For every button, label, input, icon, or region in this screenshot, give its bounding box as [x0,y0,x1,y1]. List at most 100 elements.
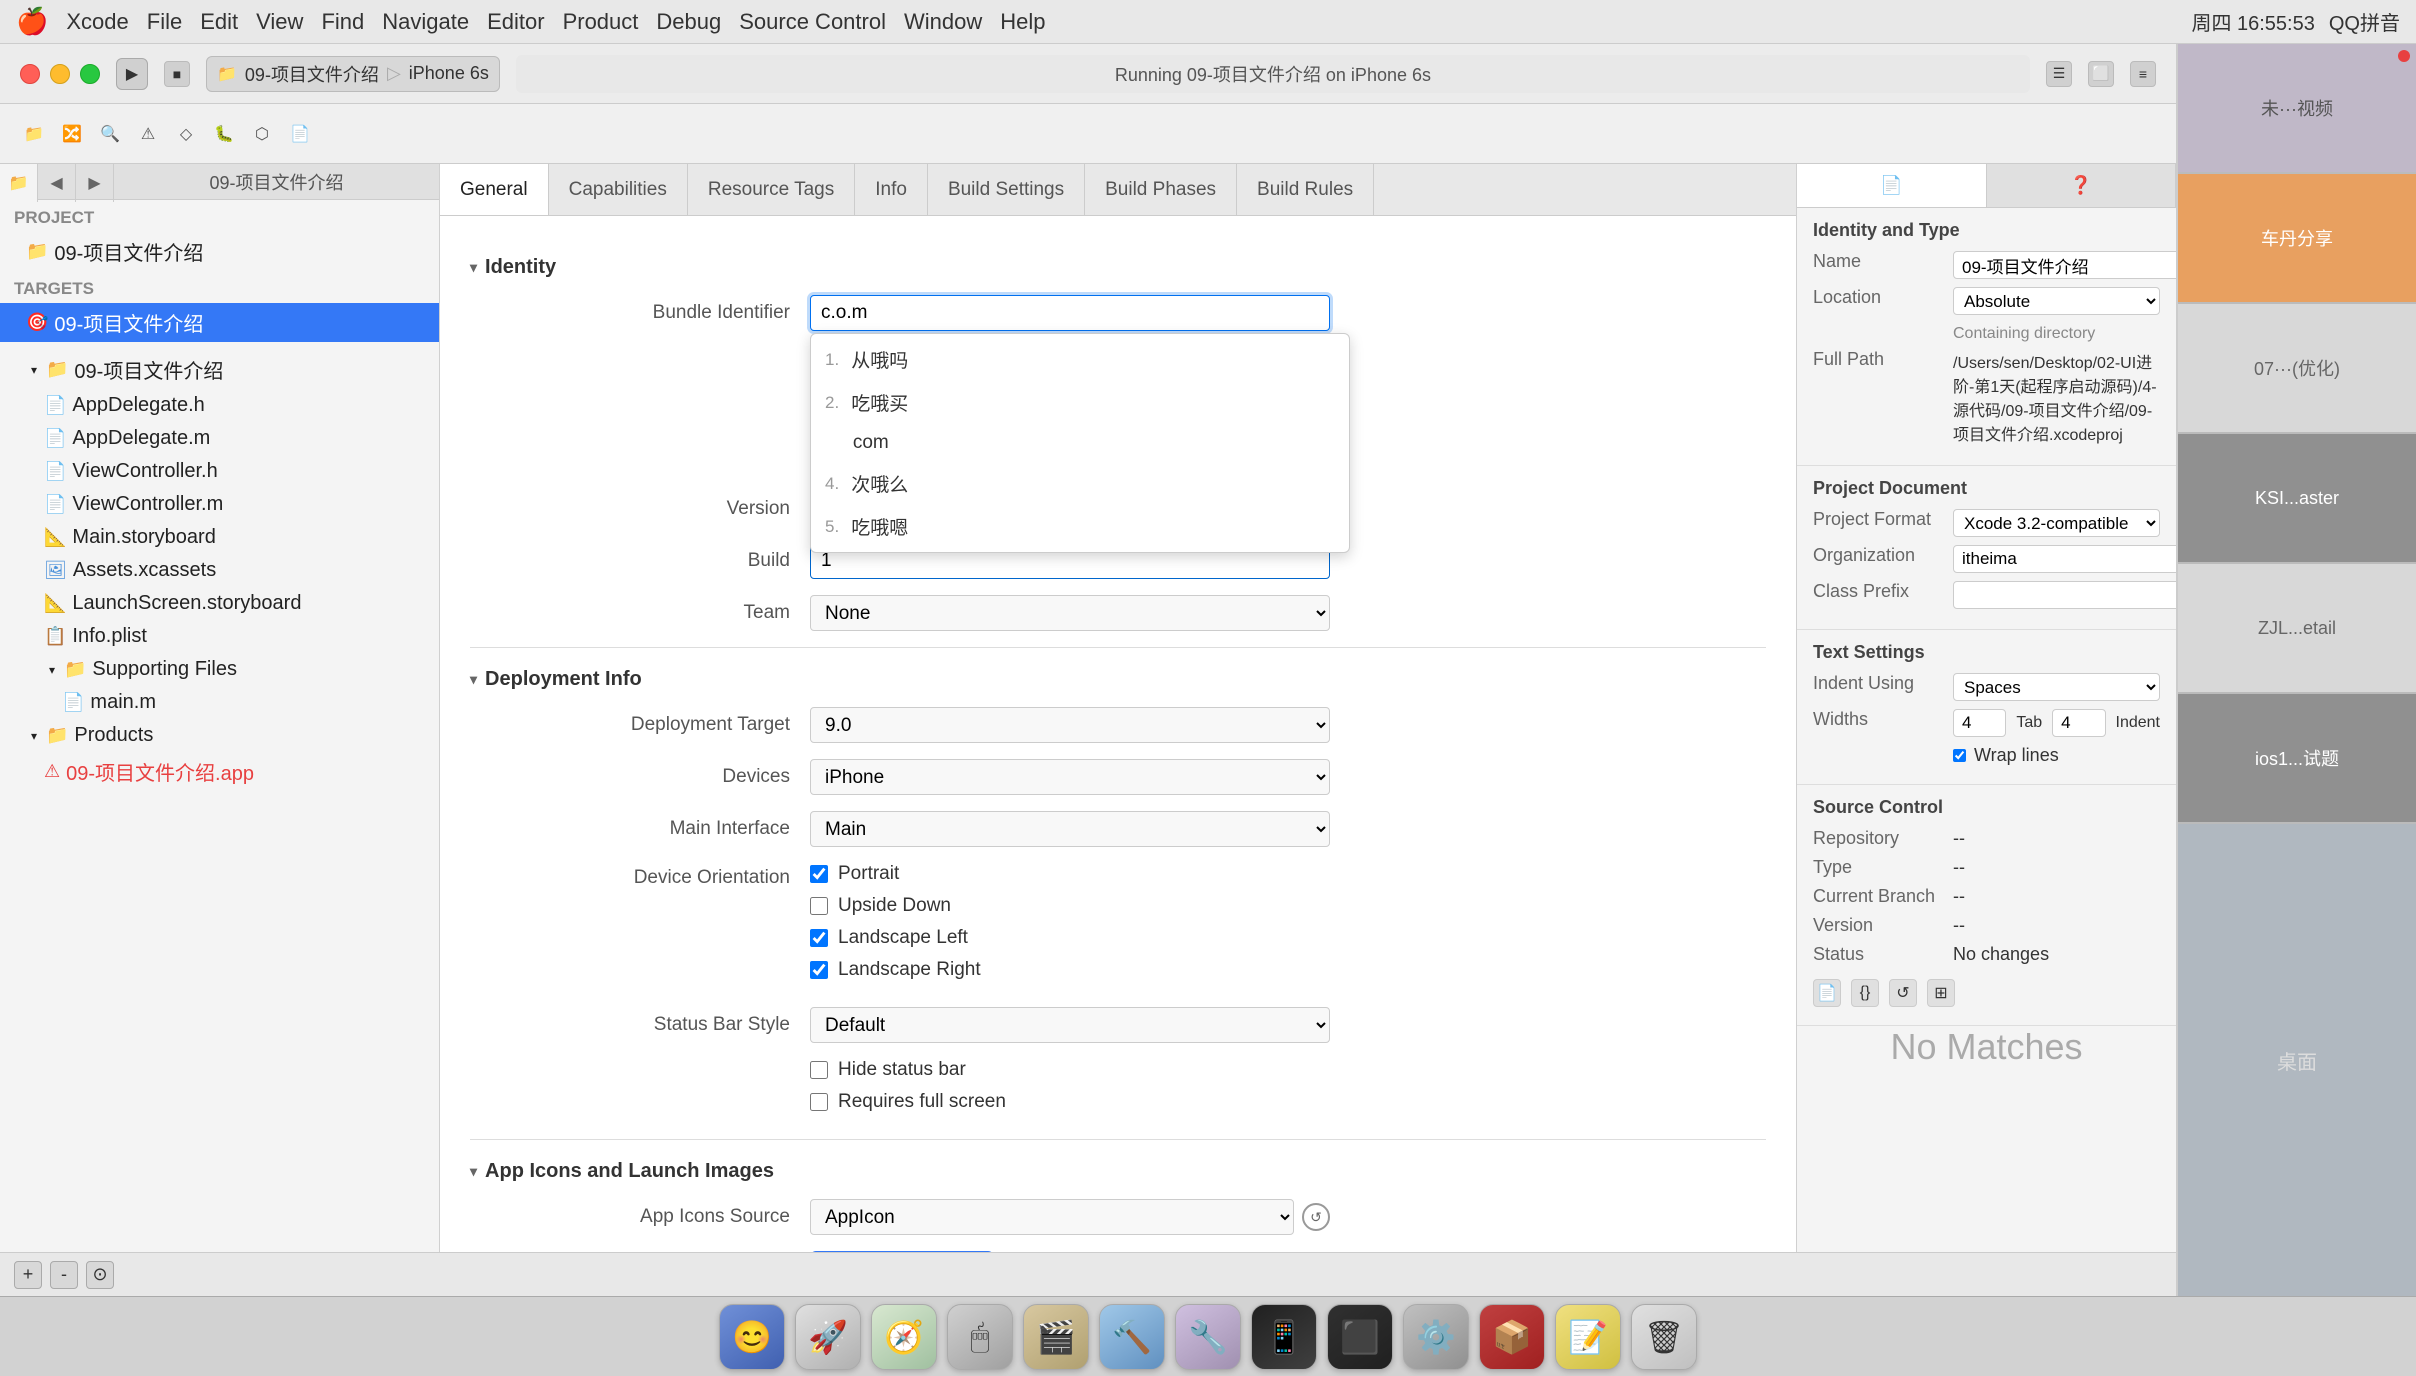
autocomplete-item-4[interactable]: 4. 次哦么 [811,462,1349,505]
tree-item-main-m[interactable]: 📄 main.m [0,686,439,719]
dock-media[interactable]: 🎬 [1023,1304,1089,1370]
inspector-tab-help[interactable]: ❓ [1987,164,2177,207]
identity-section-header[interactable]: ▾ Identity [470,256,1766,279]
dock-launchpad[interactable]: 🚀 [795,1304,861,1370]
tab-build-settings[interactable]: Build Settings [928,164,1085,215]
rp-tab-width-input[interactable] [1953,709,2006,737]
tab-build-phases[interactable]: Build Phases [1085,164,1237,215]
autocomplete-item-1[interactable]: 1. 从哦吗 [811,338,1349,381]
dock-notes[interactable]: 📝 [1555,1304,1621,1370]
fullscreen-button[interactable] [80,64,100,84]
rp-indent-using-select[interactable]: Spaces [1953,673,2160,701]
status-bar-style-select[interactable]: Default [810,1007,1330,1043]
menu-navigate[interactable]: Navigate [382,9,469,35]
nav-tab-folder[interactable]: 📁 [0,164,38,202]
far-right-item-ksi[interactable]: KSI...aster [2178,434,2416,564]
menu-xcode[interactable]: Xcode [66,9,128,35]
tab-build-rules[interactable]: Build Rules [1237,164,1374,215]
breakpoints-icon[interactable]: ⬡ [248,120,276,148]
menu-edit[interactable]: Edit [200,9,238,35]
dock-safari[interactable]: 🧭 [871,1304,937,1370]
apple-menu[interactable]: 🍎 [16,6,48,37]
debug-toggle[interactable]: ⬜ [2088,61,2114,87]
report-icon[interactable]: 📄 [286,120,314,148]
app-icons-refresh[interactable]: ↺ [1302,1203,1330,1231]
tree-item-launchscreen[interactable]: 📐 LaunchScreen.storyboard [0,587,439,620]
menu-debug[interactable]: Debug [656,9,721,35]
tree-item-appdelegate-m[interactable]: 📄 AppDelegate.m [0,422,439,455]
deployment-target-select[interactable]: 9.0 [810,707,1330,743]
warning-icon[interactable]: ⚠ [134,120,162,148]
menu-find[interactable]: Find [321,9,364,35]
tree-item-viewcontroller-m[interactable]: 📄 ViewController.m [0,488,439,521]
tab-general[interactable]: General [440,164,549,215]
dock-tools[interactable]: 🔧 [1175,1304,1241,1370]
navigator-toggle[interactable]: ☰ [2046,61,2072,87]
far-right-desktop[interactable]: 桌面 [2178,824,2416,1296]
rp-name-input[interactable] [1953,251,2176,279]
nav-tab-back[interactable]: ◀ [38,164,76,202]
close-button[interactable] [20,64,40,84]
inspector-toggle[interactable]: ≡ [2130,61,2156,87]
nav-tab-forward[interactable]: ▶ [76,164,114,202]
autocomplete-item-5[interactable]: 5. 吃哦嗯 [811,505,1349,548]
autocomplete-item-2[interactable]: 2. 吃哦买 [811,381,1349,424]
scheme-selector[interactable]: 📁 09-项目文件介绍 ▷ iPhone 6s [206,56,500,92]
rp-project-format-select[interactable]: Xcode 3.2-compatible [1953,509,2160,537]
search-icon[interactable]: 🔍 [96,120,124,148]
far-right-item-optimize[interactable]: 07···(优化) [2178,304,2416,434]
bundle-identifier-input[interactable] [810,295,1330,331]
app-icons-section-header[interactable]: ▾ App Icons and Launch Images [470,1160,1766,1183]
sc-refresh-icon[interactable]: ↺ [1889,979,1917,1007]
dock-xcode[interactable]: 🔨 [1099,1304,1165,1370]
tree-item-appdelegate-h[interactable]: 📄 AppDelegate.h [0,389,439,422]
autocomplete-item-3[interactable]: 3. com [811,424,1349,462]
portrait-checkbox[interactable] [810,865,828,883]
remove-file-button[interactable]: - [50,1261,78,1289]
menu-editor[interactable]: Editor [487,9,544,35]
sc-grid-icon[interactable]: ⊞ [1927,979,1955,1007]
dock-trash[interactable]: 🗑 [1631,1304,1697,1370]
tab-capabilities[interactable]: Capabilities [549,164,688,215]
landscape-left-checkbox[interactable] [810,929,828,947]
menu-file[interactable]: File [147,9,182,35]
hide-status-bar-checkbox[interactable] [810,1061,828,1079]
folder-icon[interactable]: 📁 [20,120,48,148]
add-file-button[interactable]: + [14,1261,42,1289]
far-right-item-chadan[interactable]: 车丹分享 [2178,174,2416,304]
dock-terminal[interactable]: ⬛ [1327,1304,1393,1370]
rp-indent-width-input[interactable] [2052,709,2105,737]
dock-finder[interactable]: 😊 [719,1304,785,1370]
rp-class-prefix-input[interactable] [1953,581,2176,609]
project-item[interactable]: 📁 09-项目文件介绍 [0,232,439,271]
tree-item-products[interactable]: ▾ 📁 Products [0,719,439,752]
rp-location-select[interactable]: Absolute [1953,287,2160,315]
run-button[interactable]: ▶ [116,58,148,90]
main-interface-select[interactable]: Main [810,811,1330,847]
app-icons-source-select[interactable]: AppIcon [810,1199,1294,1235]
tree-item-main-storyboard[interactable]: 📐 Main.storyboard [0,521,439,554]
far-right-item-zjl[interactable]: ZJL...etail [2178,564,2416,694]
stop-button[interactable]: ■ [164,61,190,87]
debug-nav-icon[interactable]: 🐛 [210,120,238,148]
tree-item-assets[interactable]: 🖼 Assets.xcassets [0,554,439,587]
dock-mouse[interactable]: 🖱 [947,1304,1013,1370]
inspector-tab-file[interactable]: 📄 [1797,164,1987,207]
rp-wrap-lines-checkbox[interactable] [1953,749,1966,762]
tab-resource-tags[interactable]: Resource Tags [688,164,855,215]
rp-organization-input[interactable] [1953,545,2176,573]
menu-source-control[interactable]: Source Control [739,9,886,35]
deployment-section-header[interactable]: ▾ Deployment Info [470,668,1766,691]
menu-window[interactable]: Window [904,9,982,35]
menu-product[interactable]: Product [563,9,639,35]
minimize-button[interactable] [50,64,70,84]
far-right-item-video[interactable]: 未···视频 [2178,44,2416,174]
test-icon[interactable]: ◇ [172,120,200,148]
tree-item-app[interactable]: ⚠ 09-项目文件介绍.app [0,752,439,791]
upside-down-checkbox[interactable] [810,897,828,915]
tree-item-root-folder[interactable]: ▾ 📁 09-项目文件介绍 [0,350,439,389]
tree-item-supporting-files[interactable]: ▾ 📁 Supporting Files [0,653,439,686]
sc-add-icon[interactable]: 📄 [1813,979,1841,1007]
tree-item-info-plist[interactable]: 📋 Info.plist [0,620,439,653]
menu-help[interactable]: Help [1000,9,1045,35]
